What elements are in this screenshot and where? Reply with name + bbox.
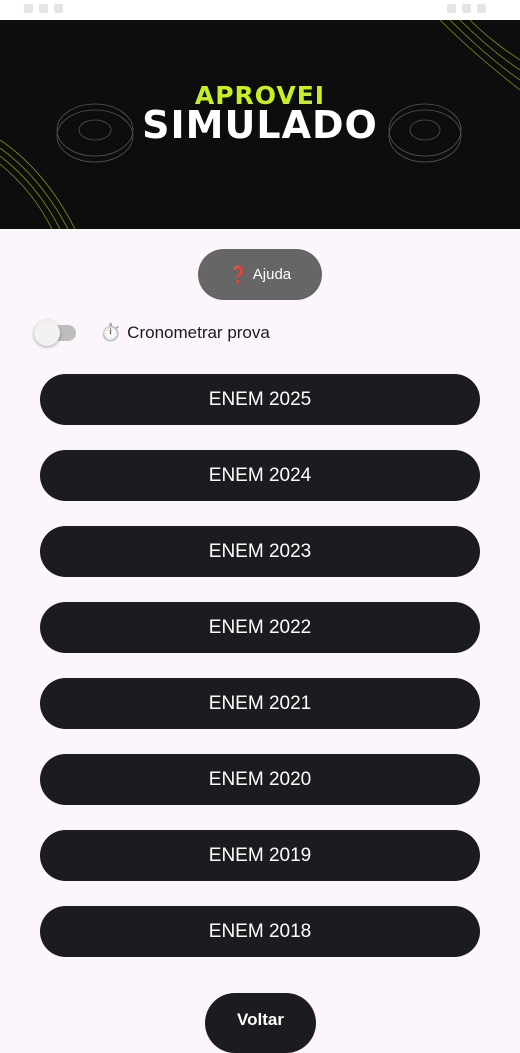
banner-title-simulado: SIMULADO: [142, 103, 378, 147]
app-notification-icon: [54, 4, 63, 13]
status-right-icons: [447, 4, 486, 13]
exam-button-enem-2018[interactable]: ENEM 2018: [40, 906, 480, 957]
exam-button-enem-2024[interactable]: ENEM 2024: [40, 450, 480, 501]
toggle-thumb: [34, 320, 60, 346]
stopwatch-icon: ⏱️: [100, 323, 122, 342]
notification-icon: [39, 4, 48, 13]
wifi-icon: [447, 4, 456, 13]
help-button[interactable]: ❓ Ajuda: [198, 249, 322, 300]
status-time-icon: [24, 4, 33, 13]
timer-label: Cronometrar prova: [127, 323, 270, 342]
timer-toggle[interactable]: [34, 318, 76, 348]
battery-icon: [477, 4, 486, 13]
question-mark-icon: ❓: [228, 266, 249, 284]
timer-row: ⏱️ Cronometrar prova: [34, 318, 270, 348]
help-button-label: Ajuda: [252, 266, 292, 283]
header-banner: APROVEI SIMULADO: [0, 20, 520, 229]
exam-button-enem-2021[interactable]: ENEM 2021: [40, 678, 480, 729]
signal-icon: [462, 4, 471, 13]
status-bar: [0, 0, 520, 20]
exam-button-enem-2019[interactable]: ENEM 2019: [40, 830, 480, 881]
exam-button-enem-2022[interactable]: ENEM 2022: [40, 602, 480, 653]
exam-button-enem-2025[interactable]: ENEM 2025: [40, 374, 480, 425]
exam-button-enem-2023[interactable]: ENEM 2023: [40, 526, 480, 577]
exam-button-enem-2020[interactable]: ENEM 2020: [40, 754, 480, 805]
back-button[interactable]: Voltar: [205, 993, 316, 1053]
status-left-icons: [24, 4, 63, 13]
